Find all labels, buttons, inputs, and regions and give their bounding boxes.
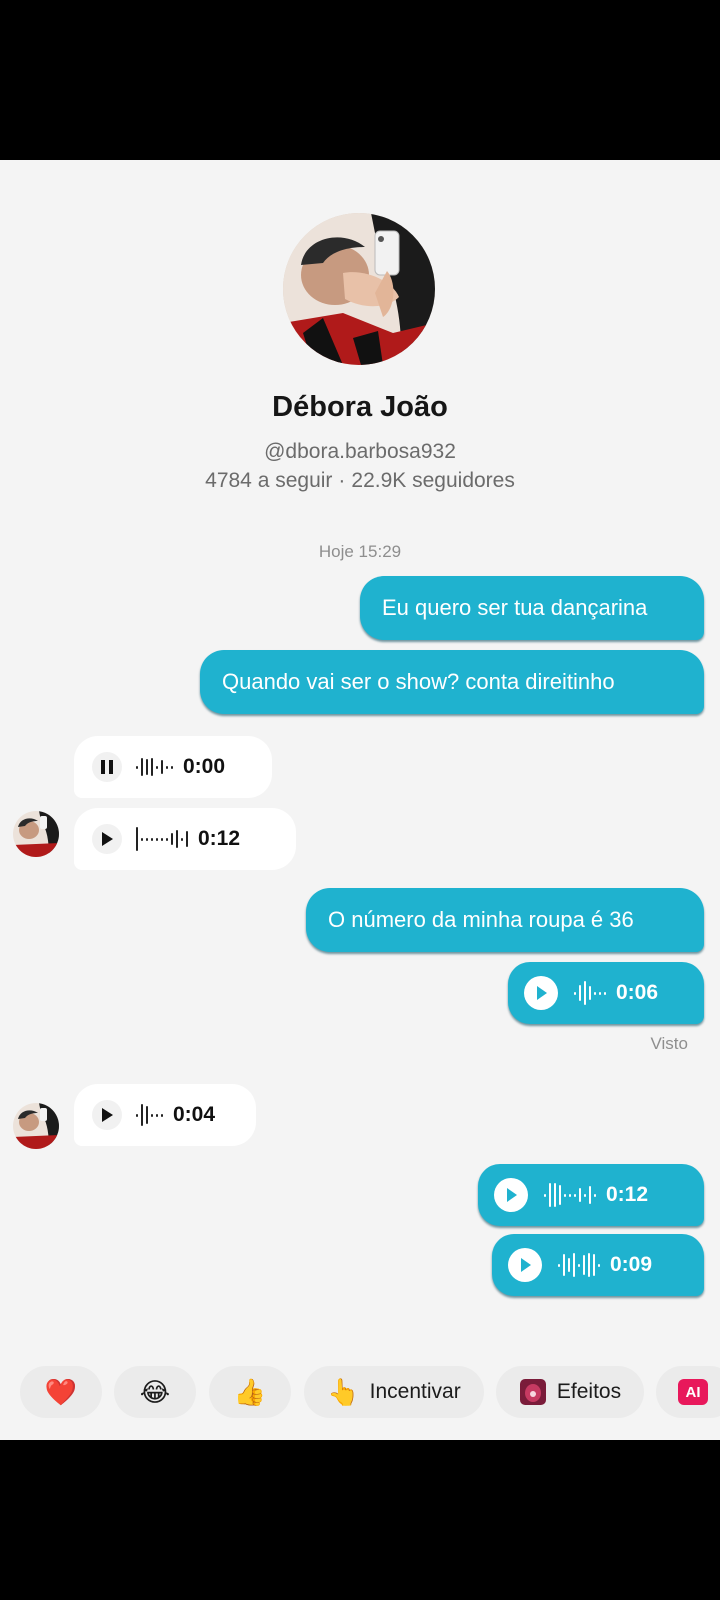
voice-duration: 0:00 xyxy=(183,755,226,778)
play-icon xyxy=(537,986,547,1000)
incentivar-label: Incentivar xyxy=(369,1380,461,1403)
voice-duration: 0:06 xyxy=(616,981,659,1004)
profile-stats: 4784 a seguir · 22.9K seguidores xyxy=(0,469,720,493)
message-timestamp: Hoje 15:29 xyxy=(318,542,402,561)
seen-indicator: Visto xyxy=(650,1034,689,1053)
ai-chip[interactable]: AI xyxy=(656,1366,720,1418)
voice-duration: 0:12 xyxy=(606,1183,649,1206)
efeitos-chip[interactable]: Efeitos xyxy=(496,1366,644,1418)
play-button[interactable] xyxy=(494,1178,528,1212)
heart-emoji: ❤️ xyxy=(44,1377,78,1407)
quick-reply-bar: ❤️ 😂 👍 👆 Incentivar Efeitos AI xyxy=(0,1366,720,1422)
outgoing-voice-message[interactable]: 0:12 xyxy=(478,1164,704,1226)
incoming-voice-message[interactable]: 0:00 xyxy=(74,736,272,798)
laugh-reaction-chip[interactable]: 😂 xyxy=(114,1366,196,1418)
incentivar-chip[interactable]: 👆 Incentivar xyxy=(304,1366,484,1418)
voice-duration: 0:09 xyxy=(610,1253,653,1276)
outgoing-message[interactable]: Quando vai ser o show? conta direitinho xyxy=(200,650,704,714)
voice-duration: 0:04 xyxy=(173,1103,216,1126)
play-icon xyxy=(521,1258,531,1272)
waveform-icon xyxy=(136,754,173,780)
ai-icon: AI xyxy=(678,1379,708,1405)
heart-reaction-chip[interactable]: ❤️ xyxy=(20,1366,102,1418)
effects-icon xyxy=(519,1379,546,1405)
outgoing-voice-message[interactable]: 0:09 xyxy=(492,1234,704,1296)
sender-avatar[interactable] xyxy=(13,811,59,857)
voice-duration: 0:12 xyxy=(198,827,241,850)
play-button[interactable] xyxy=(92,824,122,854)
outgoing-message[interactable]: Eu quero ser tua dançarina xyxy=(360,576,704,640)
thumbs-up-emoji: 👍 xyxy=(233,1377,267,1407)
play-icon xyxy=(507,1188,517,1202)
status-bar-area xyxy=(0,0,720,160)
navigation-bar-area xyxy=(0,1440,720,1600)
waveform-icon xyxy=(136,826,188,852)
waveform-icon xyxy=(558,1252,600,1278)
followers-count: 22.9K seguidores xyxy=(351,469,515,492)
profile-avatar[interactable] xyxy=(283,213,435,365)
profile-name: Débora João xyxy=(272,391,448,423)
waveform-icon xyxy=(136,1102,163,1128)
incoming-voice-message[interactable]: 0:12 xyxy=(74,808,296,870)
thumbs-up-reaction-chip[interactable]: 👍 xyxy=(209,1366,291,1418)
play-button[interactable] xyxy=(508,1248,542,1282)
outgoing-message[interactable]: O número da minha roupa é 36 xyxy=(306,888,704,952)
following-count: 4784 a seguir xyxy=(205,469,333,492)
play-icon xyxy=(102,832,113,846)
pause-button[interactable] xyxy=(92,752,122,782)
laugh-emoji: 😂 xyxy=(139,1377,171,1407)
efeitos-label: Efeitos xyxy=(556,1380,622,1403)
play-button[interactable] xyxy=(92,1100,122,1130)
message-text: Eu quero ser tua dançarina xyxy=(382,595,648,620)
play-icon xyxy=(102,1108,113,1122)
pause-icon xyxy=(101,760,113,774)
message-text: O número da minha roupa é 36 xyxy=(328,907,634,932)
profile-handle: @dbora.barbosa932 xyxy=(264,440,456,463)
incoming-voice-message[interactable]: 0:04 xyxy=(74,1084,256,1146)
outgoing-voice-message[interactable]: 0:06 xyxy=(508,962,704,1024)
stats-separator: · xyxy=(338,469,346,492)
pointing-emoji: 👆 xyxy=(327,1377,360,1407)
waveform-icon xyxy=(574,980,606,1006)
waveform-icon xyxy=(544,1182,596,1208)
message-text: Quando vai ser o show? conta direitinho xyxy=(222,669,615,694)
chat-screen: Débora João @dbora.barbosa932 4784 a seg… xyxy=(0,160,720,1440)
play-button[interactable] xyxy=(524,976,558,1010)
sender-avatar[interactable] xyxy=(13,1103,59,1149)
